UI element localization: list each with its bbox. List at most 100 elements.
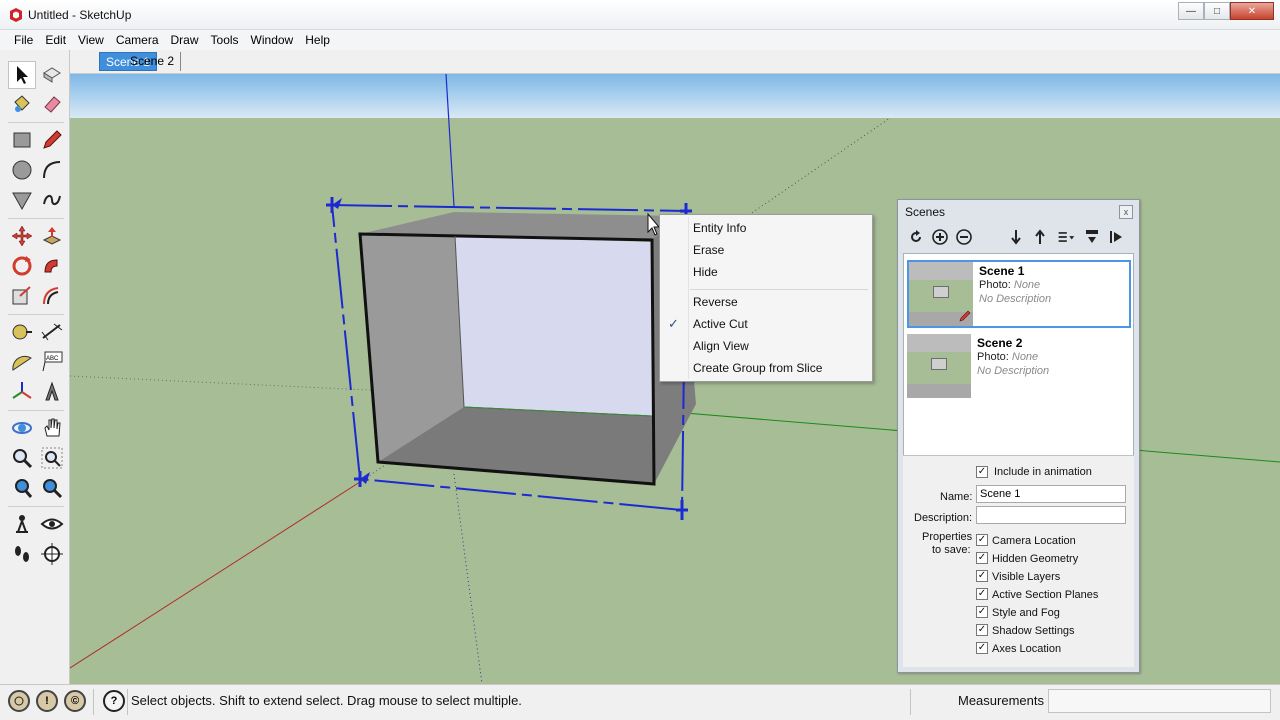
axes-location-checkbox[interactable]: ✓: [976, 642, 988, 654]
close-icon[interactable]: ✕: [1230, 2, 1274, 20]
window-title: Untitled - SketchUp: [28, 8, 132, 22]
scale-icon[interactable]: [8, 282, 36, 310]
properties-label: Properties: [922, 531, 973, 543]
menu-align-view[interactable]: Align View: [660, 335, 872, 357]
zoom-icon[interactable]: [8, 444, 36, 472]
remove-scene-icon[interactable]: [953, 226, 975, 248]
tape-measure-icon[interactable]: [8, 318, 36, 346]
tab-scene-2[interactable]: Scene 2: [124, 52, 182, 71]
maximize-icon[interactable]: □: [1204, 2, 1230, 20]
rotate-icon[interactable]: [8, 252, 36, 280]
dimension-icon[interactable]: [38, 318, 66, 346]
previous-view-icon[interactable]: [8, 474, 36, 502]
expand-icon[interactable]: [1105, 226, 1127, 248]
include-in-animation-checkbox[interactable]: ✓: [976, 466, 988, 478]
scene-name: Scene 2: [977, 336, 1023, 350]
scene-description: No Description: [977, 365, 1050, 377]
follow-me-icon[interactable]: [38, 252, 66, 280]
scene-description: No Description: [979, 293, 1052, 305]
menu-draw[interactable]: Draw: [165, 33, 205, 47]
geo-location-icon[interactable]: [8, 690, 30, 712]
add-scene-icon[interactable]: [929, 226, 951, 248]
panel-close-icon[interactable]: x: [1119, 205, 1133, 219]
menu-create-group-from-slice[interactable]: Create Group from Slice: [660, 357, 872, 379]
credits-icon[interactable]: !: [36, 690, 58, 712]
menu-hide[interactable]: Hide: [660, 261, 872, 283]
hidden-geometry-checkbox[interactable]: ✓: [976, 552, 988, 564]
polygon-icon[interactable]: [8, 186, 36, 214]
camera-icon: [931, 358, 947, 370]
scene-thumbnail: [907, 334, 971, 398]
scene-name-field[interactable]: Scene 1: [976, 485, 1126, 503]
visible-layers-label: Visible Layers: [992, 571, 1061, 583]
menu-bar: File Edit View Camera Draw Tools Window …: [0, 30, 1280, 50]
copyright-icon[interactable]: ©: [64, 690, 86, 712]
section-plane-icon[interactable]: [38, 540, 66, 568]
active-section-planes-label: Active Section Planes: [992, 589, 1099, 601]
eraser-icon[interactable]: [38, 90, 66, 118]
pencil-icon: [959, 310, 971, 322]
scene-properties: ✓ Include in animation Name: Scene 1 Des…: [903, 455, 1134, 667]
freehand-icon[interactable]: [38, 186, 66, 214]
menu-camera[interactable]: Camera: [110, 33, 165, 47]
minimize-icon[interactable]: —: [1178, 2, 1204, 20]
help-icon[interactable]: ?: [103, 690, 125, 712]
rectangle-icon[interactable]: [8, 126, 36, 154]
text-icon[interactable]: ABC: [38, 348, 66, 376]
offset-icon[interactable]: [38, 282, 66, 310]
status-message: Select objects. Shift to extend select. …: [131, 693, 522, 708]
svg-text:ABC: ABC: [46, 356, 59, 362]
make-component-icon[interactable]: [38, 61, 66, 89]
large-tool-set: ABC: [0, 50, 70, 684]
menu-window[interactable]: Window: [245, 33, 300, 47]
pencil-icon[interactable]: [38, 126, 66, 154]
status-bar: ! © ? Select objects. Shift to extend se…: [0, 684, 1280, 720]
menu-reverse[interactable]: Reverse: [660, 291, 872, 313]
circle-icon[interactable]: [8, 156, 36, 184]
menu-edit[interactable]: Edit: [39, 33, 72, 47]
3d-text-icon[interactable]: [38, 378, 66, 406]
menu-help[interactable]: Help: [299, 33, 336, 47]
scene-card-2[interactable]: Scene 2 Photo: None No Description: [907, 334, 1131, 402]
box-back-face: [455, 236, 652, 416]
walk-icon[interactable]: [8, 540, 36, 568]
push-pull-icon[interactable]: [38, 222, 66, 250]
menu-entity-info[interactable]: Entity Info: [660, 217, 872, 239]
move-up-icon[interactable]: [1029, 226, 1051, 248]
menu-file[interactable]: File: [8, 33, 39, 47]
select-icon[interactable]: [8, 61, 36, 89]
menu-view[interactable]: View: [72, 33, 110, 47]
scenes-toolbar: [905, 225, 1133, 249]
measurements-field[interactable]: [1048, 689, 1271, 713]
shadow-settings-checkbox[interactable]: ✓: [976, 624, 988, 636]
look-around-icon[interactable]: [38, 510, 66, 538]
position-camera-icon[interactable]: [8, 510, 36, 538]
view-options-icon[interactable]: [1053, 226, 1079, 248]
menu-erase[interactable]: Erase: [660, 239, 872, 261]
paint-bucket-icon[interactable]: [8, 90, 36, 118]
active-section-planes-checkbox[interactable]: ✓: [976, 588, 988, 600]
arc-icon[interactable]: [38, 156, 66, 184]
update-scene-icon[interactable]: [905, 226, 927, 248]
move-icon[interactable]: [8, 222, 36, 250]
scene-photo: Photo: None: [979, 279, 1041, 291]
orbit-icon[interactable]: [8, 414, 36, 442]
camera-icon: [933, 286, 949, 298]
scene-card-1[interactable]: Scene 1 Photo: None No Description: [907, 260, 1131, 328]
axes-icon[interactable]: [8, 378, 36, 406]
zoom-extents-icon[interactable]: [38, 474, 66, 502]
camera-location-checkbox[interactable]: ✓: [976, 534, 988, 546]
menu-tools[interactable]: Tools: [205, 33, 245, 47]
camera-location-label: Camera Location: [992, 535, 1076, 547]
move-down-icon[interactable]: [1005, 226, 1027, 248]
zoom-window-icon[interactable]: [38, 444, 66, 472]
menu-active-cut[interactable]: Active Cut: [660, 313, 872, 335]
visible-layers-checkbox[interactable]: ✓: [976, 570, 988, 582]
scene-description-field[interactable]: [976, 506, 1126, 524]
pan-icon[interactable]: [38, 414, 66, 442]
style-and-fog-checkbox[interactable]: ✓: [976, 606, 988, 618]
protractor-icon[interactable]: [8, 348, 36, 376]
shadow-settings-label: Shadow Settings: [992, 625, 1075, 637]
measurements-label: Measurements: [958, 693, 1044, 708]
toggle-details-icon[interactable]: [1081, 226, 1103, 248]
